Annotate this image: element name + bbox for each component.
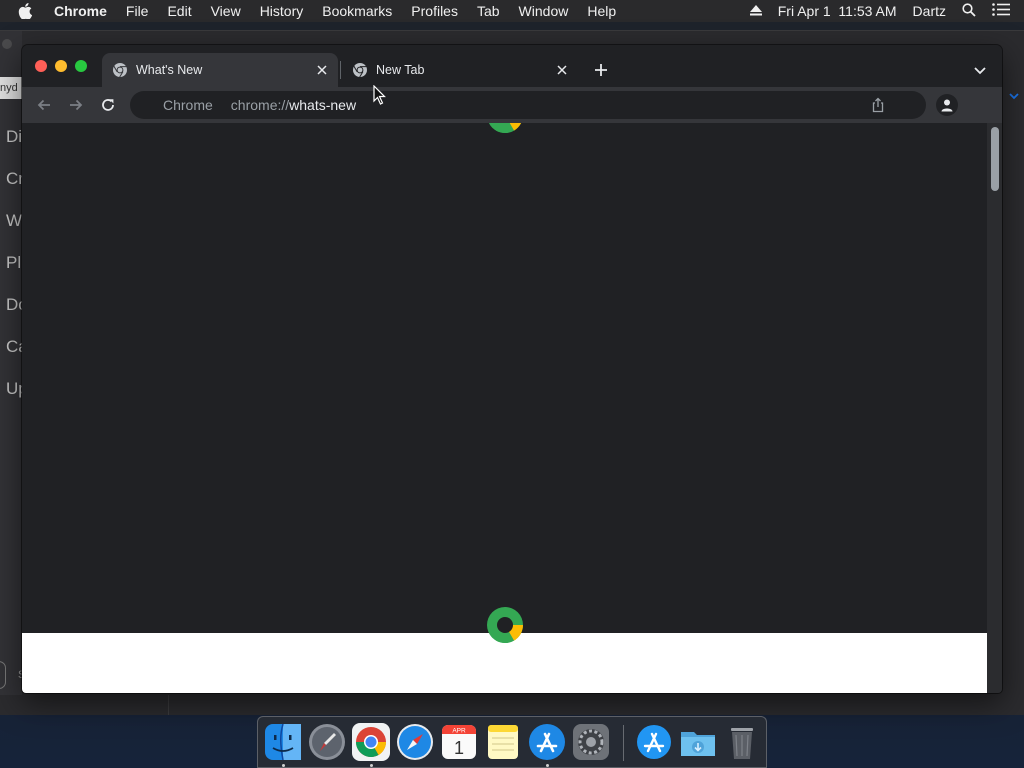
tab-separator: [340, 61, 341, 79]
running-indicator: [546, 764, 549, 767]
calendar-day: 1: [454, 738, 464, 758]
menu-file[interactable]: File: [126, 3, 149, 19]
chrome-logo-icon: [485, 123, 525, 135]
tab-title: What's New: [136, 63, 203, 77]
system-preferences-icon[interactable]: [571, 722, 611, 762]
back-arrow-icon[interactable]: [35, 96, 53, 114]
calendar-month: APR: [452, 728, 466, 735]
menu-app-name[interactable]: Chrome: [54, 3, 107, 19]
close-tab-icon[interactable]: [314, 62, 330, 78]
background-sidebar-item[interactable]: W: [6, 211, 22, 231]
tab-strip: What's New New Tab: [22, 45, 1002, 87]
vertical-scrollbar[interactable]: [987, 123, 1002, 693]
tab-title: New Tab: [376, 63, 425, 77]
trash-icon[interactable]: [722, 722, 762, 762]
page-content: [22, 123, 987, 693]
background-sidebar-item[interactable]: Ca: [6, 337, 22, 357]
menubar-clock[interactable]: Fri Apr 1 11:53 AM: [778, 3, 897, 19]
share-icon[interactable]: [870, 97, 886, 113]
tab-search-chevron-icon[interactable]: [972, 62, 988, 78]
chrome-logo-icon: [485, 605, 525, 645]
apple-menu-icon[interactable]: [18, 3, 36, 19]
close-tab-icon[interactable]: [554, 62, 570, 78]
scrollbar-thumb[interactable]: [991, 127, 999, 191]
background-tab[interactable]: nyd: [0, 77, 24, 99]
background-sidebar-item[interactable]: Pl: [6, 253, 22, 273]
applications-folder-icon[interactable]: [634, 722, 674, 762]
tab-whats-new[interactable]: What's New: [102, 53, 338, 87]
app-store-icon[interactable]: [527, 722, 567, 762]
notes-icon[interactable]: [483, 722, 523, 762]
calendar-icon[interactable]: APR 1: [439, 722, 479, 762]
chrome-app-icon[interactable]: [351, 722, 391, 762]
eject-icon[interactable]: [749, 3, 762, 19]
background-sidebar-item[interactable]: Do: [6, 295, 22, 315]
menu-edit[interactable]: Edit: [167, 3, 191, 19]
url-host: whats-new: [289, 97, 357, 113]
safari-icon[interactable]: [395, 722, 435, 762]
dock-separator: [623, 725, 624, 761]
url-text[interactable]: chrome://whats-new: [231, 97, 356, 113]
minimize-window-button[interactable]: [55, 60, 67, 72]
profile-avatar-icon[interactable]: [936, 94, 958, 116]
chrome-favicon-icon: [352, 62, 368, 78]
close-window-button[interactable]: [35, 60, 47, 72]
menu-bookmarks[interactable]: Bookmarks: [322, 3, 392, 19]
url-scheme: chrome://: [230, 97, 290, 113]
toolbar: Chrome chrome://whats-new: [22, 87, 1002, 123]
menu-profiles[interactable]: Profiles: [411, 3, 458, 19]
running-indicator: [370, 764, 373, 767]
menu-history[interactable]: History: [260, 3, 304, 19]
window-controls: [35, 60, 95, 72]
background-avatar[interactable]: [0, 661, 6, 689]
spotlight-search-icon[interactable]: [962, 2, 976, 20]
background-window-button[interactable]: [2, 39, 12, 49]
chrome-favicon-icon: [112, 62, 128, 78]
address-bar[interactable]: Chrome chrome://whats-new: [130, 91, 926, 119]
chrome-window: What's New New Tab Chrome chrome://whats…: [22, 45, 1002, 693]
dock: APR 1: [257, 716, 767, 768]
menu-bar: Chrome File Edit View History Bookmarks …: [0, 0, 1024, 22]
menu-window[interactable]: Window: [519, 3, 569, 19]
background-footer: [0, 695, 1024, 715]
mouse-cursor-icon: [373, 84, 387, 105]
tab-new-tab[interactable]: New Tab: [342, 53, 578, 87]
forward-arrow-icon[interactable]: [67, 96, 85, 114]
menu-view[interactable]: View: [211, 3, 241, 19]
background-sidebar-item[interactable]: Cr: [6, 169, 22, 189]
reload-icon[interactable]: [99, 96, 117, 114]
background-sidebar-item[interactable]: Di: [6, 127, 22, 147]
running-indicator: [282, 764, 285, 767]
zoom-window-button[interactable]: [75, 60, 87, 72]
new-tab-plus-icon[interactable]: [592, 61, 610, 79]
downloads-folder-icon[interactable]: [678, 722, 718, 762]
menu-help[interactable]: Help: [587, 3, 616, 19]
notification-center-icon[interactable]: [992, 3, 1010, 19]
chevron-down-icon[interactable]: [1008, 89, 1020, 101]
background-divider: [168, 695, 169, 715]
background-sidebar-item[interactable]: Up: [6, 379, 22, 399]
finder-icon[interactable]: [263, 722, 303, 762]
launchpad-icon[interactable]: [307, 722, 347, 762]
site-chip[interactable]: Chrome: [163, 97, 213, 113]
menubar-user[interactable]: Dartz: [913, 3, 946, 19]
menu-tab[interactable]: Tab: [477, 3, 500, 19]
